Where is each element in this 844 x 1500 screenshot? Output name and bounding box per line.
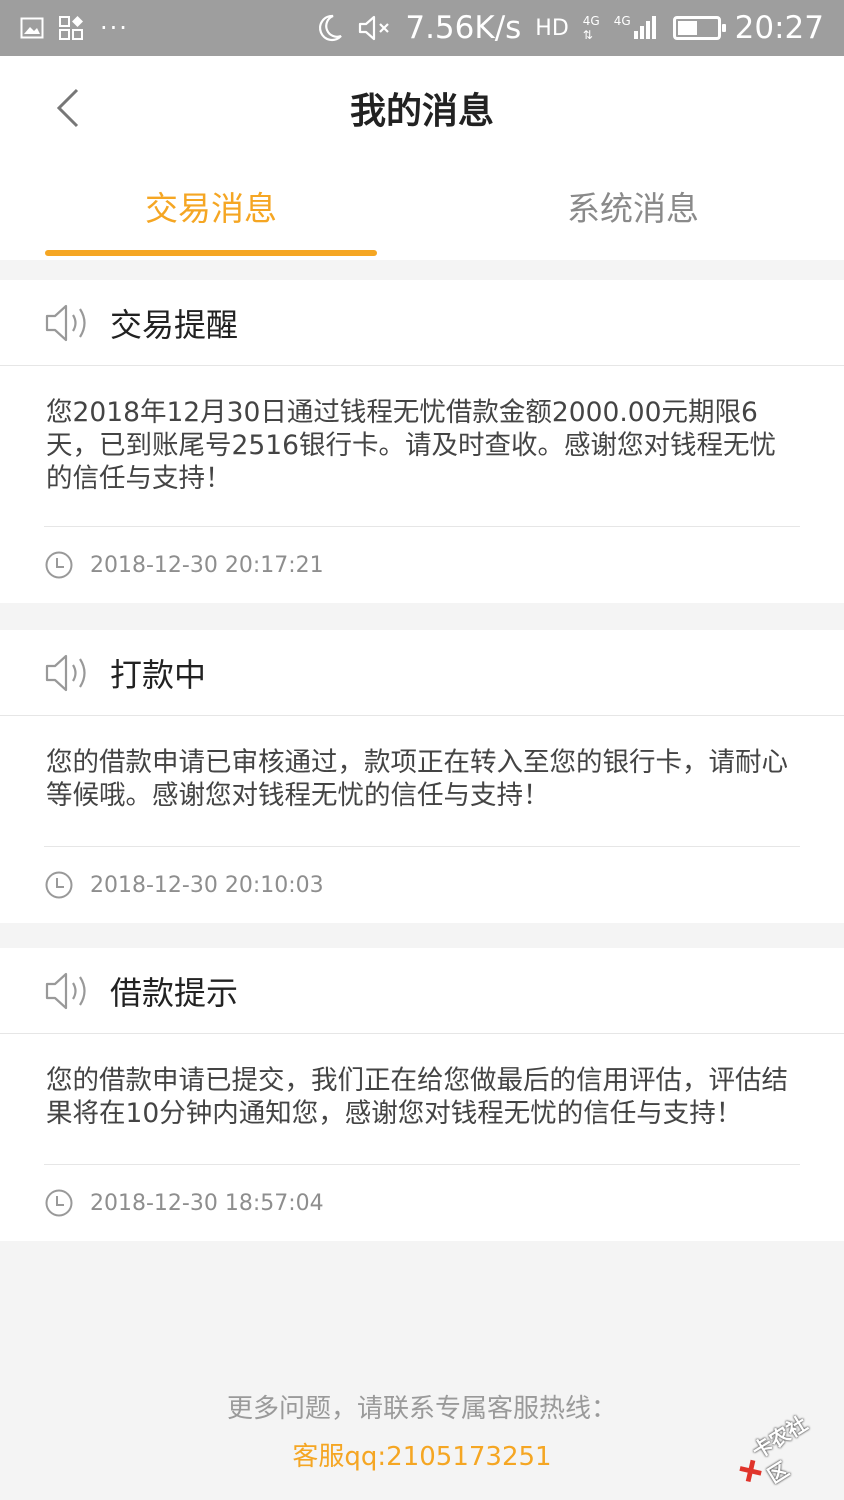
- message-card-header: 借款提示: [0, 948, 844, 1034]
- page-title: 我的消息: [349, 91, 494, 132]
- clock-icon: [45, 871, 73, 899]
- signal-icon: 4G: [614, 15, 659, 41]
- message-timestamp: 2018-12-30 20:17:21: [90, 552, 324, 578]
- message-timestamp: 2018-12-30 18:57:04: [90, 1190, 324, 1216]
- message-card[interactable]: 打款中 您的借款申请已审核通过，款项正在转入至您的银行卡，请耐心等候哦。感谢您对…: [0, 630, 844, 923]
- status-bar-left: ···: [20, 14, 129, 42]
- speaker-icon: [45, 972, 86, 1009]
- apps-icon: [58, 15, 86, 41]
- message-body: 您的借款申请已提交，我们正在给您做最后的信用评估，评估结果将在10分钟内通知您，…: [46, 1065, 788, 1129]
- message-card[interactable]: 借款提示 您的借款申请已提交，我们正在给您做最后的信用评估，评估结果将在10分钟…: [0, 948, 844, 1241]
- tab-label: 交易消息: [145, 189, 277, 228]
- message-body: 您的借款申请已审核通过，款项正在转入至您的银行卡，请耐心等候哦。感谢您对钱程无忧…: [46, 747, 788, 811]
- support-note: 更多问题，请联系专属客服热线：: [226, 1394, 617, 1424]
- speaker-icon: [45, 304, 86, 341]
- network-speed: 7.56K/s: [405, 10, 522, 46]
- message-title: 借款提示: [110, 973, 239, 1012]
- app-header: 我的消息: [0, 56, 844, 156]
- signal-type-1: 4G: [582, 14, 600, 28]
- message-card-header: 打款中: [0, 630, 844, 716]
- support-qq-link[interactable]: 客服qq:2105173251: [0, 1436, 844, 1473]
- status-bar-right: 7.56K/s HD 4G ⇅ 4G 20:27: [317, 10, 824, 46]
- clock-icon: [45, 1189, 73, 1217]
- tab-label: 系统消息: [567, 189, 699, 228]
- battery-icon: [672, 16, 726, 40]
- data-arrows-icon: ⇅: [582, 28, 593, 42]
- network-type: 4G ⇅: [583, 14, 600, 42]
- message-card-header: 交易提醒: [0, 280, 844, 366]
- signal-type-2: 4G: [613, 14, 631, 28]
- message-title: 打款中: [110, 655, 207, 694]
- active-tab-indicator: [45, 250, 377, 256]
- message-time-row: 2018-12-30 20:17:21: [0, 527, 844, 603]
- tab-system-messages[interactable]: 系统消息: [422, 156, 844, 260]
- message-time-row: 2018-12-30 20:10:03: [0, 847, 844, 923]
- message-card[interactable]: 交易提醒 您2018年12月30日通过钱程无忧借款金额2000.00元期限6天，…: [0, 280, 844, 603]
- message-time-row: 2018-12-30 18:57:04: [0, 1165, 844, 1241]
- clock-icon: [45, 551, 73, 579]
- message-tabs: 交易消息 系统消息: [0, 156, 844, 260]
- moon-icon: [317, 14, 343, 42]
- hd-label: HD: [535, 15, 569, 41]
- tab-transaction-messages[interactable]: 交易消息: [0, 156, 422, 260]
- message-timestamp: 2018-12-30 20:10:03: [90, 872, 324, 898]
- clock-time: 20:27: [734, 10, 824, 46]
- more-notifications: ···: [100, 14, 129, 42]
- speaker-icon: [45, 654, 86, 691]
- message-body: 您2018年12月30日通过钱程无忧借款金额2000.00元期限6天，已到账尾号…: [46, 397, 776, 494]
- mute-icon: [357, 14, 391, 42]
- message-title: 交易提醒: [110, 305, 239, 344]
- gallery-icon: [20, 17, 44, 39]
- status-bar: ··· 7.56K/s HD 4G ⇅ 4G 20:27: [0, 0, 844, 56]
